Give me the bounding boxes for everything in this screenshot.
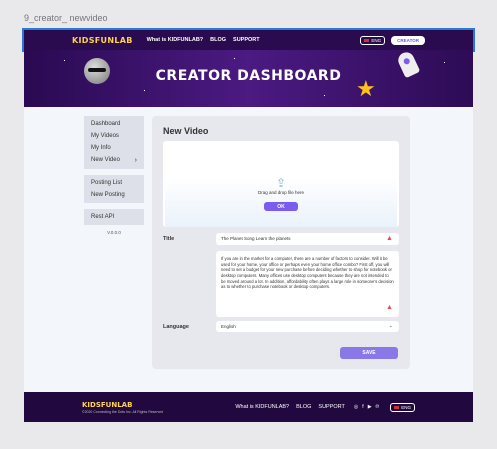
nav-link-support[interactable]: SUPPORT: [233, 37, 260, 43]
sidebar-group-api: Rest API: [84, 209, 144, 225]
language-label: ENG: [371, 37, 382, 43]
nav-link-what-is[interactable]: What is KIDFUNLAB?: [147, 37, 204, 43]
sidebar-item-my-info[interactable]: My Info: [84, 142, 144, 154]
creator-button[interactable]: CREATOR: [391, 35, 425, 45]
sidebar-group-posting: Posting List New Posting: [84, 175, 144, 203]
sidebar-item-rest-api[interactable]: Rest API: [84, 211, 144, 223]
nav-link-blog[interactable]: BLOG: [210, 37, 226, 43]
footer-logo[interactable]: KIDSFUNLAB: [82, 401, 163, 409]
top-navbar: KIDSFUNLAB What is KIDFUNLAB? BLOG SUPPO…: [24, 30, 473, 50]
save-button[interactable]: SAVE: [340, 347, 398, 359]
sidebar-item-my-videos[interactable]: My Videos: [84, 130, 144, 142]
title-label: Title: [163, 236, 175, 242]
footer-language-button[interactable]: ENG: [390, 402, 415, 412]
footer-link-support[interactable]: SUPPORT: [318, 404, 345, 410]
flag-icon: [364, 38, 370, 42]
chevron-down-icon: ⌄: [388, 323, 393, 329]
footer-link-blog[interactable]: BLOG: [296, 404, 311, 410]
language-select[interactable]: English ⌄: [216, 321, 399, 332]
upload-dropzone[interactable]: ⇪ Drag and drop file here OK: [163, 141, 399, 227]
kidsfunlab-logo[interactable]: KIDSFUNLAB: [72, 36, 133, 45]
sidebar-group-videos: Dashboard My Videos My Info New Video ›: [84, 116, 144, 169]
language-button[interactable]: ENG: [360, 35, 386, 45]
sidebar-item-posting-list[interactable]: Posting List: [84, 177, 144, 189]
sidebar-item-dashboard[interactable]: Dashboard: [84, 118, 144, 130]
footer: KIDSFUNLAB ©2020 Connecting the Dots Inc…: [24, 392, 473, 422]
pinterest-icon[interactable]: ℗: [376, 404, 380, 410]
upload-ok-button[interactable]: OK: [264, 202, 298, 211]
footer-brand: KIDSFUNLAB ©2020 Connecting the Dots Inc…: [82, 401, 163, 414]
nav-right: ENG CREATOR: [360, 35, 425, 45]
hero-banner: CREATOR DASHBOARD ★: [24, 50, 473, 107]
sidebar-item-new-posting[interactable]: New Posting: [84, 189, 144, 201]
social-icons: ◎ f ▶ ℗: [354, 404, 379, 410]
footer-links: What is KIDFUNLAB? BLOG SUPPORT ◎ f ▶ ℗ …: [235, 402, 415, 412]
language-label: Language: [163, 324, 189, 330]
youtube-icon[interactable]: ▶: [368, 404, 372, 410]
footer-link-what-is[interactable]: What is KIDFUNLAB?: [235, 404, 289, 410]
warning-icon: ▲: [386, 235, 393, 242]
flag-icon: [394, 405, 400, 409]
sidebar-item-new-video[interactable]: New Video ›: [84, 154, 144, 167]
description-textarea[interactable]: If you are in the market for a computer,…: [216, 251, 399, 317]
facebook-icon[interactable]: f: [362, 404, 363, 410]
chevron-right-icon: ›: [134, 157, 137, 164]
instagram-icon[interactable]: ◎: [354, 404, 358, 410]
title-input[interactable]: The Planet Song Learn the planets: [216, 233, 399, 245]
sidebar: Dashboard My Videos My Info New Video › P…: [84, 116, 144, 235]
page-title: New Video: [163, 126, 209, 136]
nav-links: What is KIDFUNLAB? BLOG SUPPORT: [147, 37, 260, 43]
upload-icon: ⇪: [275, 176, 287, 190]
upload-instruction: Drag and drop file here: [257, 190, 305, 195]
version-label: V.0.0.0: [107, 230, 121, 235]
copyright-text: ©2020 Connecting the Dots Inc. All Right…: [82, 409, 164, 414]
star-mascot-icon: ★: [356, 76, 376, 101]
new-video-card: New Video ⇪ Drag and drop file here OK T…: [152, 116, 410, 369]
frame-label: 9_creator_ newvideo: [24, 13, 108, 23]
warning-icon: ▲: [386, 304, 393, 311]
